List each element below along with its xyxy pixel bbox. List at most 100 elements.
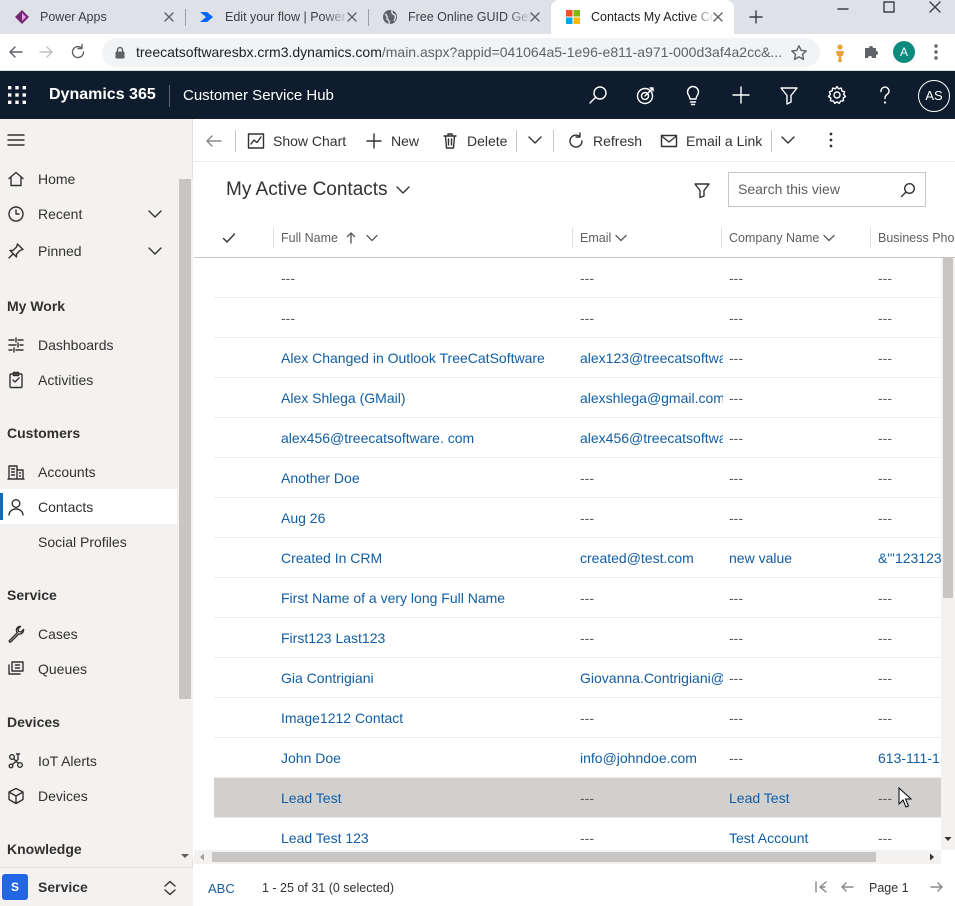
grid-horizontal-scrollbar[interactable] — [194, 850, 941, 864]
app-launcher-waffle-icon[interactable] — [8, 86, 26, 104]
previous-page-icon[interactable] — [840, 880, 854, 894]
table-row[interactable]: First123 Last123 --- --- --- — [214, 618, 942, 658]
table-row[interactable]: First Name of a very long Full Name --- --… — [214, 578, 942, 618]
reload-icon[interactable] — [68, 42, 88, 62]
chevron-down-icon[interactable] — [147, 206, 163, 222]
chevron-down-icon[interactable] — [147, 243, 163, 259]
url-bar[interactable]: treecatsoftwaresbx.crm3.dynamics.com/mai… — [102, 38, 820, 67]
sidebar-item-dashboards[interactable]: Dashboards — [0, 327, 177, 362]
next-page-icon[interactable] — [930, 880, 944, 894]
chevron-down-icon[interactable] — [528, 135, 542, 145]
table-row[interactable]: Lead Test --- Lead Test --- — [214, 778, 942, 818]
sidebar-item-devices[interactable]: Devices — [0, 778, 177, 813]
cell-business-phone[interactable]: &"'123123 — [878, 538, 948, 578]
table-row[interactable]: Image1212 Contact --- --- --- — [214, 698, 942, 738]
grid-vertical-scrollbar-thumb[interactable] — [943, 258, 953, 598]
plus-icon[interactable] — [730, 84, 752, 106]
refresh-button[interactable]: Refresh — [567, 119, 642, 162]
back-arrow-icon[interactable] — [6, 42, 26, 62]
table-row[interactable]: Alex Changed in Outlook TreeCatSoftware a… — [214, 338, 942, 378]
search-icon[interactable] — [900, 182, 916, 198]
close-tab-icon[interactable] — [346, 11, 358, 23]
show-chart-button[interactable]: Show Chart — [247, 119, 346, 162]
browser-tab-contacts[interactable]: Contacts My Active Contacts — [551, 0, 734, 34]
column-header-full-name[interactable]: Full Name — [273, 218, 573, 258]
table-row[interactable]: Another Doe --- --- --- — [214, 458, 942, 498]
cell-company-name[interactable]: Test Account — [729, 818, 872, 850]
cell-full-name[interactable]: First Name of a very long Full Name — [281, 578, 571, 618]
jump-bar-abc[interactable]: ABC — [208, 881, 235, 896]
cell-full-name[interactable]: Gia Contrigiani — [281, 658, 571, 698]
extensions-puzzle-icon[interactable] — [862, 43, 880, 61]
sidebar-scrollbar[interactable] — [177, 179, 193, 859]
sidebar-item-contacts[interactable]: Contacts — [0, 489, 177, 524]
search-input[interactable]: Search this view — [728, 172, 926, 207]
sidebar-item-iot-alerts[interactable]: IoT Alerts — [0, 743, 177, 778]
cell-full-name[interactable]: John Doe — [281, 738, 571, 778]
sidebar-item-home[interactable]: Home — [0, 161, 177, 196]
cell-full-name[interactable]: alex456@treecatsoftware. com — [281, 418, 571, 458]
browser-menu-icon[interactable] — [930, 43, 942, 61]
maximize-window-icon[interactable] — [882, 0, 896, 14]
filter-icon[interactable] — [693, 181, 711, 199]
table-row[interactable]: John Doe info@johndoe.com --- 613-111-1 — [214, 738, 942, 778]
profile-avatar[interactable]: A — [893, 41, 915, 63]
close-tab-icon[interactable] — [163, 11, 175, 23]
scroll-down-arrow-icon[interactable] — [944, 836, 952, 842]
sidebar-scrollbar-thumb[interactable] — [179, 179, 191, 699]
checkmark-select-all-icon[interactable] — [222, 232, 236, 244]
table-row[interactable]: Created In CRM created@test.com new value &… — [214, 538, 942, 578]
column-header-business-phone[interactable]: Business Phone — [870, 218, 955, 258]
forward-arrow-icon[interactable] — [36, 42, 56, 62]
close-tab-icon[interactable] — [529, 11, 541, 23]
browser-tab-guid-generator[interactable]: Free Online GUID Generator — [368, 0, 551, 34]
chevron-down-icon[interactable] — [781, 135, 795, 145]
close-window-icon[interactable] — [928, 0, 942, 14]
column-header-company-name[interactable]: Company Name — [721, 218, 870, 258]
new-button[interactable]: New — [365, 119, 419, 162]
cell-email[interactable]: Giovanna.Contrigiani@ — [580, 658, 723, 698]
sidebar-item-queues[interactable]: Queues — [0, 651, 177, 686]
app-name[interactable]: Customer Service Hub — [183, 87, 334, 104]
cell-full-name[interactable]: Another Doe — [281, 458, 571, 498]
sidebar-item-recent[interactable]: Recent — [0, 196, 177, 231]
cell-full-name[interactable]: Lead Test 123 — [281, 818, 571, 850]
sidebar-item-cases[interactable]: Cases — [0, 616, 177, 651]
delete-button[interactable]: Delete — [441, 119, 507, 162]
hamburger-menu-icon[interactable] — [7, 133, 25, 147]
table-row[interactable]: Gia Contrigiani Giovanna.Contrigiani@ --- -… — [214, 658, 942, 698]
cell-full-name[interactable]: Alex Changed in Outlook TreeCatSoftware — [281, 338, 571, 378]
table-row[interactable]: Aug 26 --- --- --- — [214, 498, 942, 538]
cell-full-name[interactable]: Alex Shlega (GMail) — [281, 378, 571, 418]
cell-email[interactable]: created@test.com — [580, 538, 723, 578]
column-header-email[interactable]: Email — [572, 218, 721, 258]
table-row[interactable]: alex456@treecatsoftware. com alex456@tree… — [214, 418, 942, 458]
extension-person-icon[interactable] — [831, 43, 849, 63]
search-icon[interactable] — [587, 84, 609, 106]
cell-company-name[interactable]: new value — [729, 538, 872, 578]
sidebar-item-accounts[interactable]: Accounts — [0, 454, 177, 489]
grid-horizontal-scrollbar-thumb[interactable] — [212, 852, 876, 862]
table-row[interactable]: Lead Test 123 --- Test Account --- — [214, 818, 942, 850]
bookmark-star-icon[interactable] — [790, 44, 808, 62]
lightbulb-icon[interactable] — [682, 84, 704, 106]
user-avatar[interactable]: AS — [918, 80, 950, 112]
sidebar-item-pinned[interactable]: Pinned — [0, 233, 177, 268]
brand-name[interactable]: Dynamics 365 — [49, 86, 156, 104]
email-a-link-button[interactable]: Email a Link — [660, 119, 762, 162]
sidebar-item-social-profiles[interactable]: Social Profiles — [0, 524, 177, 559]
cell-company-name[interactable]: Lead Test — [729, 778, 872, 818]
target-icon[interactable] — [634, 84, 656, 106]
help-icon[interactable] — [874, 84, 896, 106]
new-tab-icon[interactable] — [748, 9, 764, 25]
cell-email[interactable]: alex456@treecatsoftware.com — [580, 418, 723, 458]
cell-email[interactable]: alexshlega@gmail.com — [580, 378, 723, 418]
gear-icon[interactable] — [826, 84, 848, 106]
back-arrow-icon[interactable] — [205, 132, 223, 150]
scroll-down-arrow-icon[interactable] — [180, 853, 190, 859]
table-row[interactable]: Alex Shlega (GMail) alexshlega@gmail.com -… — [214, 378, 942, 418]
browser-tab-power-apps[interactable]: Power Apps — [0, 0, 185, 34]
grid-vertical-scrollbar[interactable] — [941, 258, 955, 850]
scroll-right-arrow-icon[interactable] — [929, 853, 935, 861]
cell-full-name[interactable]: First123 Last123 — [281, 618, 571, 658]
